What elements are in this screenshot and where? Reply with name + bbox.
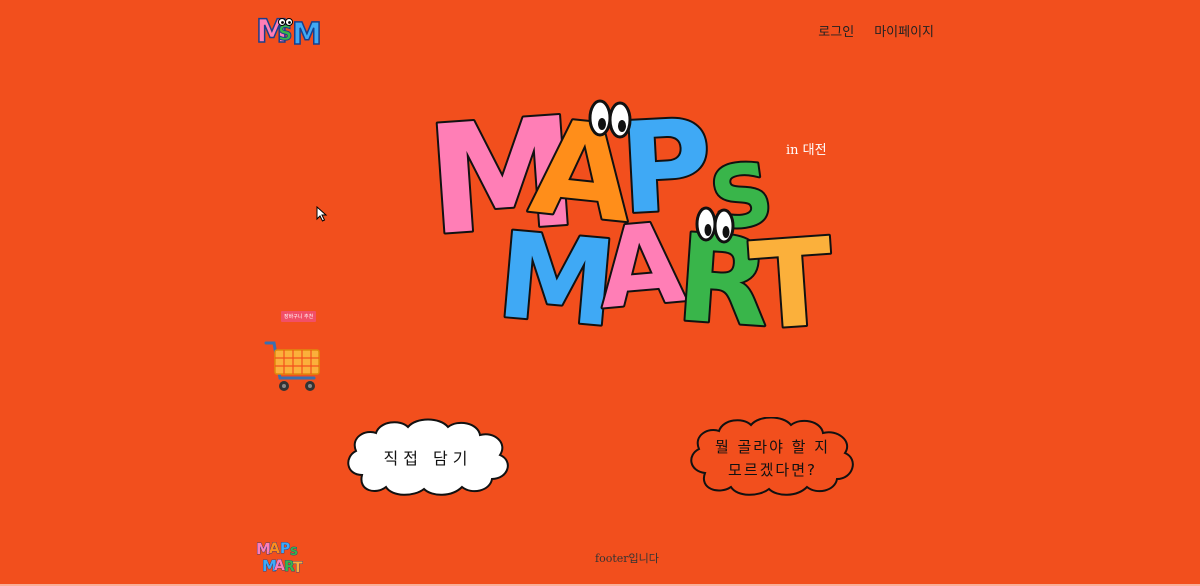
page: M S M 로그인 마이페이지 M A P S M A R T in 대전 장바… xyxy=(0,0,1200,586)
shopping-cart-icon[interactable] xyxy=(264,338,322,394)
direct-pick-label: 직접 담기 xyxy=(383,449,473,468)
svg-text:T: T xyxy=(746,213,837,335)
footer-logo: M A P S M A R T xyxy=(256,540,303,573)
cart-recommend-badge[interactable]: 장바구니 추천 xyxy=(281,311,317,322)
top-nav: 로그인 마이페이지 xyxy=(818,21,934,40)
footer-text: footer입니다 xyxy=(595,552,659,565)
recommend-label-line2: 모르겠다면? xyxy=(728,461,817,479)
svg-text:M: M xyxy=(292,17,322,48)
recommend-label: 뭘 골라야 할 지 모르겠다면? xyxy=(685,436,860,482)
login-link[interactable]: 로그인 xyxy=(818,21,854,40)
recommend-button[interactable]: 뭘 골라야 할 지 모르겠다면? xyxy=(685,417,860,497)
svg-text:A: A xyxy=(269,541,280,557)
mouse-cursor-icon xyxy=(316,206,328,222)
header-logo[interactable]: M S M xyxy=(256,10,322,48)
direct-pick-button[interactable]: 직접 담기 xyxy=(340,417,516,497)
svg-text:T: T xyxy=(293,560,303,573)
maps-mart-hero-logo: M A P S M A R T xyxy=(420,90,840,335)
location-label: in 대전 xyxy=(786,143,827,158)
recommend-label-line1: 뭘 골라야 할 지 xyxy=(714,438,831,456)
svg-text:P: P xyxy=(280,541,290,557)
svg-text:S: S xyxy=(290,545,298,558)
mypage-link[interactable]: 마이페이지 xyxy=(874,21,934,40)
